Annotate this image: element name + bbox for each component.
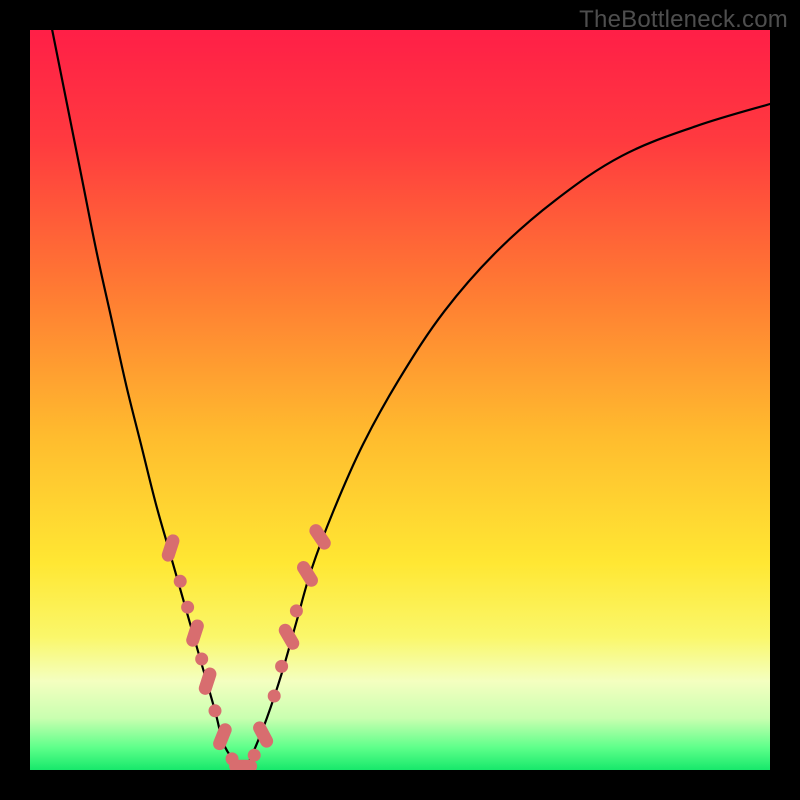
plot-area xyxy=(30,30,770,770)
marker-pill xyxy=(211,721,234,752)
marker-pill xyxy=(276,621,301,652)
marker-dot xyxy=(268,690,281,703)
marker-dot xyxy=(275,660,288,673)
marker-pill xyxy=(197,666,218,697)
marker-dot xyxy=(174,575,187,588)
marker-pill xyxy=(185,618,206,649)
curves-layer xyxy=(30,30,770,770)
marker-cluster xyxy=(160,522,333,770)
marker-dot xyxy=(181,601,194,614)
marker-pill xyxy=(307,522,333,552)
marker-pill xyxy=(251,719,276,750)
marker-dot xyxy=(290,604,303,617)
marker-dot xyxy=(195,653,208,666)
marker-dot xyxy=(248,749,261,762)
left-curve xyxy=(52,30,244,770)
right-curve xyxy=(245,104,770,770)
chart-frame: TheBottleneck.com xyxy=(0,0,800,800)
watermark-text: TheBottleneck.com xyxy=(579,6,788,34)
marker-pill xyxy=(295,559,321,590)
marker-pill xyxy=(160,533,181,564)
marker-dot xyxy=(209,704,222,717)
